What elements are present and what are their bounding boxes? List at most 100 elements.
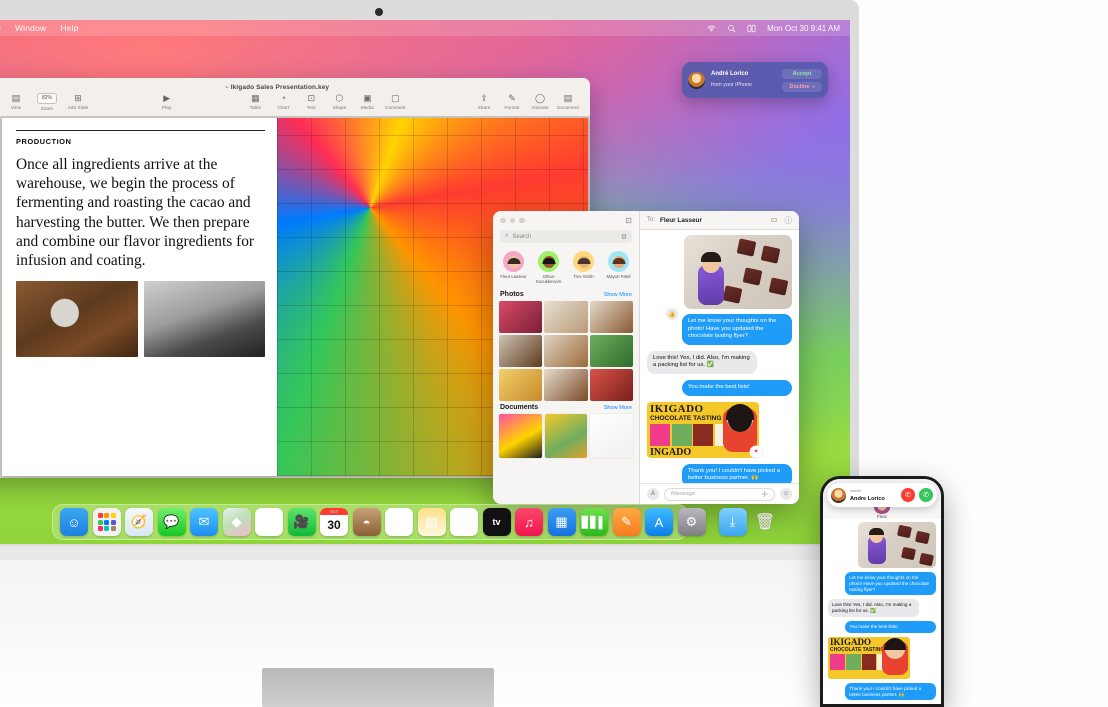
photo-thumbnail[interactable] — [544, 301, 588, 333]
minimize-icon[interactable] — [509, 217, 515, 224]
contact-item[interactable]: Trev Smith — [568, 251, 600, 284]
menu-item-app[interactable]: o — [0, 23, 1, 33]
dock-item-app-store[interactable]: A — [645, 508, 673, 536]
toolbar-play-button[interactable]: ▶ Play — [153, 93, 181, 110]
conversation-header-actions[interactable]: ▭ ⓘ — [770, 215, 792, 226]
message-bubble-incoming[interactable]: Love this! Yes, I did. Also, I'm making … — [647, 350, 758, 374]
tapback-thumbsup[interactable]: 👍 — [666, 308, 678, 320]
messages-sidebar[interactable]: ⊡ ⌕ Search ⚙ Fleur Lasseur Orkun Kucukkes… — [493, 211, 640, 504]
toolbar-table-button[interactable]: ▦ Table — [241, 93, 269, 110]
message-bubble-outgoing-2[interactable]: You make the best lists! — [681, 379, 792, 396]
dock-item-photos[interactable]: ❋ — [255, 508, 283, 536]
documents-grid[interactable] — [493, 414, 639, 458]
call-actions[interactable]: Accept Decline ▾ — [782, 68, 822, 92]
iphone-flyer-attachment[interactable]: IKIGADO CHOCOLATE TASTING — [828, 636, 910, 679]
toolbar-animate-button[interactable]: ◯ Animate — [526, 93, 554, 110]
dock-item-mail[interactable]: ✉ — [190, 508, 218, 536]
dock-item-downloads[interactable]: ⤓ — [718, 508, 747, 536]
close-icon[interactable] — [500, 217, 506, 224]
documents-show-more-link[interactable]: Show More — [604, 405, 632, 411]
iphone-decline-call-button[interactable]: ✆ — [901, 488, 915, 502]
menu-bar[interactable]: o Window Help Mon Oct 30 9:41 AM — [0, 20, 850, 36]
iphone-bubble-outgoing[interactable]: Let me know your thoughts on the photo! … — [845, 572, 936, 596]
dock-item-freeform[interactable]: 〰 — [450, 508, 478, 536]
photo-thumbnail[interactable] — [589, 301, 633, 333]
photo-thumbnail[interactable] — [544, 369, 588, 401]
dock-item-notes[interactable]: ▤ — [417, 508, 446, 536]
dock-item-reminders[interactable]: ≔ — [385, 508, 413, 536]
control-center-icon[interactable] — [747, 24, 756, 33]
contacts-row[interactable]: Fleur Lasseur Orkun Kucukkesvim Trev Smith… — [493, 249, 639, 288]
dock-item-keynote[interactable]: ▦ — [547, 508, 576, 536]
conversation-header[interactable]: To: Fleur Lasseur ▭ ⓘ — [640, 211, 799, 230]
zoom-value[interactable]: 82% — [36, 93, 57, 104]
toolbar-chart-button[interactable]: ◔ Chart — [269, 93, 297, 110]
dock-item-contacts[interactable]: ◓ — [352, 508, 381, 536]
dock-item-apple-tv[interactable]: tv — [482, 508, 511, 536]
dock-item-music[interactable]: ♫ — [515, 508, 543, 536]
iphone-message-list[interactable]: Let me know your thoughts on the photo! … — [823, 519, 941, 704]
message-photo-attachment[interactable] — [684, 235, 792, 309]
menubar-clock[interactable]: Mon Oct 30 9:41 AM — [767, 24, 840, 33]
wifi-icon[interactable] — [707, 24, 716, 33]
dock-item-facetime[interactable]: 🎥 — [287, 508, 316, 536]
message-flyer-attachment[interactable]: IKIGADO CHOCOLATE TASTING INGADO — [647, 401, 759, 458]
toolbar-comment-button[interactable]: ▢ Comment — [381, 93, 409, 110]
photo-thumbnail[interactable] — [499, 369, 543, 401]
dock-item-pages[interactable]: ✎ — [612, 508, 641, 536]
toolbar-format-button[interactable]: ✎ Format — [498, 93, 526, 110]
message-bubble-outgoing[interactable]: Let me know your thoughts on the photo! … — [681, 314, 792, 345]
message-composer[interactable]: A iMessage ✛ ☺ — [640, 483, 799, 504]
document-thumbnail[interactable] — [499, 414, 542, 458]
messages-window[interactable]: ⊡ ⌕ Search ⚙ Fleur Lasseur Orkun Kucukkes… — [493, 211, 799, 504]
menu-item-window[interactable]: Window — [15, 23, 46, 33]
photos-show-more-link[interactable]: Show More — [604, 292, 632, 298]
photo-thumbnail[interactable] — [589, 369, 633, 401]
photo-thumbnail[interactable] — [589, 335, 633, 367]
iphone-bubble-outgoing-2[interactable]: You make the best lists! — [845, 620, 936, 633]
search-input[interactable]: ⌕ Search ⚙ — [500, 230, 632, 243]
toolbar-add-slide-button[interactable]: ⊞ Add Slide — [64, 93, 92, 110]
iphone-accept-call-button[interactable]: ✆ — [919, 488, 933, 502]
contact-item[interactable]: Fleur Lasseur — [498, 251, 530, 284]
toolbar-zoom-select[interactable]: 82% Zoom — [30, 93, 64, 111]
messages-titlebar[interactable]: ⊡ — [493, 211, 639, 230]
dock-item-trash[interactable]: 🗑 — [751, 508, 779, 536]
iphone-screen[interactable]: Fleur mobile Andre Lorico ✆ ✆ Let me kno… — [823, 479, 941, 704]
plus-icon[interactable]: ✛ — [761, 490, 768, 499]
conversation-recipient[interactable]: Fleur Lasseur — [660, 217, 702, 224]
contact-item[interactable]: Orkun Kucukkesvim — [533, 251, 565, 284]
facetime-video-icon[interactable]: ▭ — [770, 215, 777, 226]
dock-item-launchpad[interactable] — [92, 508, 121, 536]
toolbar-text-button[interactable]: ⊡ Text — [297, 93, 325, 110]
message-list[interactable]: 👍 Let me know your thoughts on the photo… — [640, 230, 799, 483]
accept-call-button[interactable]: Accept — [782, 68, 822, 79]
document-thumbnail[interactable] — [590, 414, 633, 458]
iphone-bubble-outgoing-3[interactable]: Thank you! I couldn't have picked a bett… — [845, 682, 936, 701]
iphone-incoming-call-banner[interactable]: mobile Andre Lorico ✆ ✆ — [827, 483, 937, 507]
dock-item-calendar[interactable]: OCT 30 — [320, 508, 348, 536]
app-store-icon[interactable]: A — [647, 488, 659, 500]
search-icon[interactable] — [727, 24, 736, 33]
tapback-heart[interactable]: ♥ — [750, 446, 762, 458]
iphone-photo-attachment[interactable] — [858, 522, 936, 568]
photo-thumbnail[interactable] — [544, 335, 588, 367]
photos-grid[interactable] — [493, 301, 639, 401]
gear-icon[interactable]: ⚙ — [621, 233, 627, 241]
photo-thumbnail[interactable] — [499, 301, 543, 333]
dock-item-system-settings[interactable]: ⚙ — [677, 508, 706, 536]
dock-item-finder[interactable]: ☺ — [60, 508, 88, 536]
keynote-toolbar[interactable]: ▤ View 82% Zoom ⊞ Add Slide ▶ Play ▦ Tab… — [0, 90, 590, 116]
dock-item-maps[interactable]: ◆ — [222, 508, 251, 536]
info-icon[interactable]: ⓘ — [785, 215, 793, 226]
photo-thumbnail[interactable] — [499, 335, 543, 367]
contact-item[interactable]: Mayuri Patel — [603, 251, 635, 284]
dock[interactable]: ☺ 🧭 💬 ✉ ◆ ❋ 🎥 OCT 30 ◓ ≔ ▤ 〰 tv ♫ ▦ ▊▋▌ ✎ A ⚙ ⤓ 🗑 — [52, 504, 775, 540]
iphone-bubble-incoming[interactable]: Love this! Yes, I did. Also, I'm making … — [828, 599, 919, 617]
zoom-icon[interactable] — [519, 217, 525, 224]
dock-item-numbers[interactable]: ▊▋▌ — [580, 508, 608, 536]
dock-item-messages[interactable]: 💬 — [157, 508, 186, 536]
toolbar-document-button[interactable]: ▤ Document — [554, 93, 582, 110]
emoji-icon[interactable]: ☺ — [780, 488, 792, 500]
chevron-down-icon[interactable]: ▾ — [812, 84, 814, 89]
